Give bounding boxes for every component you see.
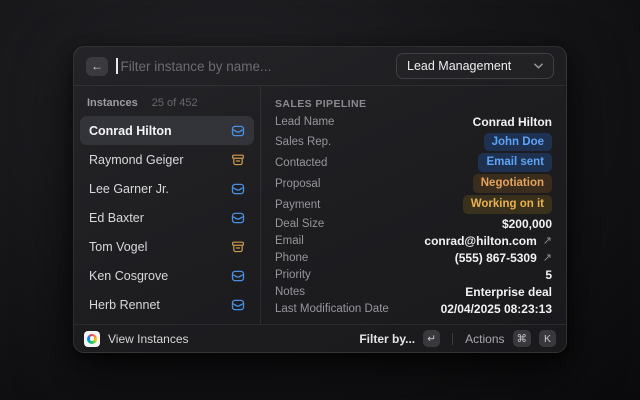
envelope-icon	[231, 298, 245, 312]
detail-row-deal-size: Deal Size $200,000	[275, 215, 552, 232]
list-item-ken-cosgrove[interactable]: Ken Cosgrove	[80, 261, 254, 290]
tag-badge: Working on it	[463, 195, 552, 213]
list-item-ed-baxter[interactable]: Ed Baxter	[80, 203, 254, 232]
list-header: Instances 25 of 452	[80, 91, 254, 116]
text-caret	[116, 58, 118, 74]
instances-list: Instances 25 of 452 Conrad Hilton Raymon…	[74, 86, 261, 324]
extension-dropdown[interactable]: Lead Management	[396, 53, 554, 79]
detail-row-notes: Notes Enterprise deal	[275, 284, 552, 301]
detail-value: conrad@hilton.com	[424, 234, 536, 248]
detail-value: (555) 867-5309	[455, 251, 537, 265]
list-item-label: Herb Rennet	[89, 298, 160, 312]
header: ← Lead Management	[74, 47, 566, 86]
envelope-icon	[231, 211, 245, 225]
detail-section-title: SALES PIPELINE	[275, 95, 552, 113]
dropdown-value: Lead Management	[407, 59, 526, 73]
phone-link[interactable]: (555) 867-5309 ↗	[455, 251, 552, 265]
list-item-label: Raymond Geiger	[89, 153, 184, 167]
list-item-label: Lee Garner Jr.	[89, 182, 169, 196]
main-area: Instances 25 of 452 Conrad Hilton Raymon…	[74, 86, 566, 324]
list-item-conrad-hilton[interactable]: Conrad Hilton	[80, 116, 254, 145]
detail-value: 5	[545, 268, 552, 282]
command-key-icon: ⌘	[513, 330, 532, 347]
envelope-icon	[231, 182, 245, 196]
detail-label: Contacted	[275, 157, 327, 169]
k-key-icon: K	[539, 330, 556, 347]
detail-row-payment: Payment Working on it	[275, 194, 552, 215]
chevron-down-icon	[534, 63, 543, 69]
tag-badge: Negotiation	[473, 174, 552, 192]
envelope-icon	[231, 124, 245, 138]
list-item-label: Ken Cosgrove	[89, 269, 168, 283]
command-palette-window: ← Lead Management Instances 25 of 452 Co…	[73, 46, 567, 353]
archive-icon	[231, 153, 245, 167]
list-item-label: Ed Baxter	[89, 211, 144, 225]
detail-row-lead-name: Lead Name Conrad Hilton	[275, 113, 552, 131]
list-item-label: Conrad Hilton	[89, 124, 172, 138]
detail-value: 02/04/2025 08:23:13	[441, 302, 552, 316]
list-section-label: Instances	[87, 97, 138, 109]
monday-app-icon	[84, 331, 100, 347]
list-item-lee-garner-jr[interactable]: Lee Garner Jr.	[80, 174, 254, 203]
detail-value: Enterprise deal	[465, 285, 552, 299]
envelope-icon	[231, 269, 245, 283]
external-link-icon: ↗	[543, 234, 552, 247]
detail-label: Payment	[275, 199, 320, 211]
detail-row-proposal: Proposal Negotiation	[275, 173, 552, 194]
detail-label: Notes	[275, 286, 305, 298]
return-key-icon: ↵	[423, 330, 440, 347]
detail-row-contacted: Contacted Email sent	[275, 152, 552, 173]
detail-value: Conrad Hilton	[473, 115, 552, 129]
back-button[interactable]: ←	[86, 57, 108, 76]
detail-row-priority: Priority 5	[275, 267, 552, 284]
detail-row-phone: Phone (555) 867-5309 ↗	[275, 249, 552, 266]
tag-badge: John Doe	[484, 133, 552, 151]
detail-label: Phone	[275, 252, 308, 264]
footer-divider	[452, 333, 453, 345]
email-link[interactable]: conrad@hilton.com ↗	[424, 234, 552, 248]
monday-logo-icon	[87, 334, 97, 344]
search-input[interactable]	[121, 59, 397, 74]
detail-value: $200,000	[502, 217, 552, 231]
tag-badge: Email sent	[478, 153, 552, 171]
list-item-herb-rennet[interactable]: Herb Rennet	[80, 290, 254, 319]
detail-row-sales-rep: Sales Rep. John Doe	[275, 131, 552, 152]
detail-label: Lead Name	[275, 116, 334, 128]
detail-label: Last Modification Date	[275, 303, 389, 315]
back-arrow-icon: ←	[91, 59, 103, 73]
actions-button[interactable]: Actions	[465, 332, 504, 346]
detail-row-email: Email conrad@hilton.com ↗	[275, 232, 552, 249]
detail-label: Priority	[275, 269, 311, 281]
list-item-tom-vogel[interactable]: Tom Vogel	[80, 232, 254, 261]
list-count: 25 of 452	[152, 97, 198, 109]
filter-by-button[interactable]: Filter by...	[359, 332, 415, 346]
detail-panel: SALES PIPELINE Lead Name Conrad Hilton S…	[261, 86, 566, 324]
primary-action-label[interactable]: View Instances	[108, 332, 189, 346]
external-link-icon: ↗	[543, 251, 552, 264]
detail-label: Sales Rep.	[275, 136, 331, 148]
detail-row-last-modification-date: Last Modification Date 02/04/2025 08:23:…	[275, 301, 552, 318]
detail-label: Email	[275, 235, 304, 247]
archive-icon	[231, 240, 245, 254]
detail-label: Proposal	[275, 178, 320, 190]
list-item-raymond-geiger[interactable]: Raymond Geiger	[80, 145, 254, 174]
detail-label: Deal Size	[275, 218, 324, 230]
list-item-label: Tom Vogel	[89, 240, 147, 254]
footer: View Instances Filter by... ↵ Actions ⌘ …	[74, 324, 566, 352]
